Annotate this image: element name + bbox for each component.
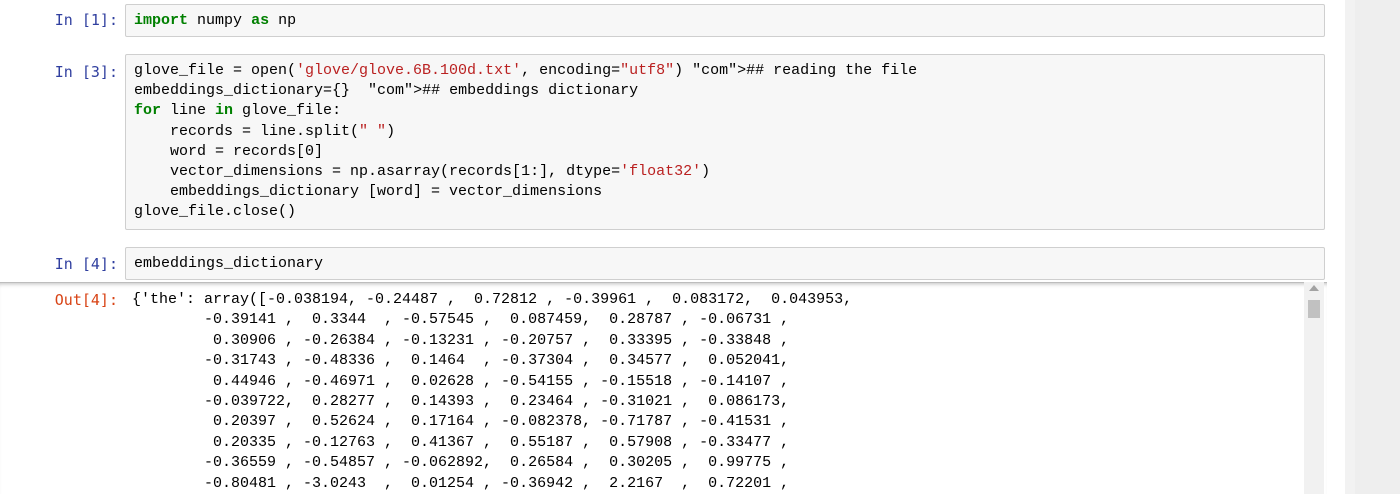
right-panel (1355, 0, 1400, 494)
code-cell-2[interactable]: glove_file = open('glove/glove.6B.100d.t… (125, 54, 1325, 230)
input-prompt-1: In [1]: (54, 11, 118, 29)
code-fragment: numpy (197, 12, 243, 29)
scroll-thumb[interactable] (1308, 300, 1320, 318)
keyword-as: as (251, 12, 270, 29)
keyword-import: import (134, 12, 189, 29)
notebook-area: In [1]: import numpy as np In [3]: glove… (0, 0, 1345, 494)
code-text-3: embeddings_dictionary (134, 255, 324, 272)
input-prompt-2: In [3]: (54, 63, 118, 81)
code-cell-3[interactable]: embeddings_dictionary (125, 247, 1325, 280)
code-fragment: np (278, 12, 297, 29)
code-cell-1[interactable]: import numpy as np (125, 4, 1325, 37)
right-gutter (1345, 0, 1355, 494)
output-prompt: Out[4]: (54, 291, 118, 309)
scroll-up-arrow-icon[interactable] (1309, 285, 1319, 291)
code-text-2: glove_file = open('glove/glove.6B.100d.t… (134, 62, 918, 221)
input-prompt-3: In [4]: (54, 255, 118, 273)
code-text-1: import numpy as np (134, 11, 296, 31)
output-scrollbar[interactable] (1304, 282, 1324, 494)
output-area[interactable]: Out[4]: {'the': array([-0.038194, -0.244… (0, 282, 1327, 494)
output-text: {'the': array([-0.038194, -0.24487 , 0.7… (132, 291, 853, 492)
